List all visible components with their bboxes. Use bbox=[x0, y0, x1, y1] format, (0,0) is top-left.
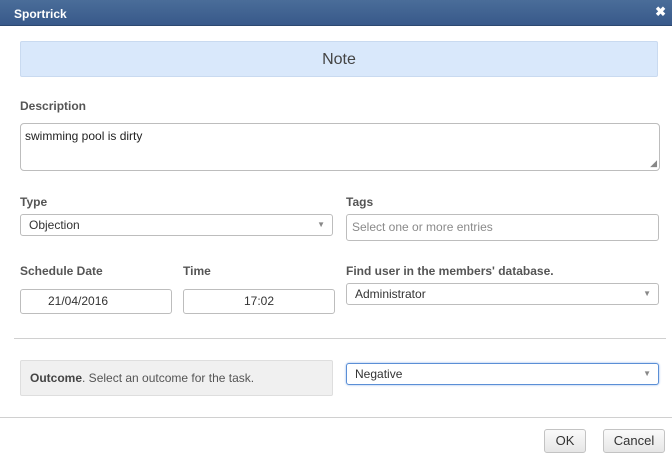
chevron-down-icon: ▼ bbox=[643, 289, 651, 298]
chevron-down-icon: ▼ bbox=[317, 220, 325, 229]
description-label: Description bbox=[20, 99, 87, 113]
window-title: Sportrick bbox=[14, 7, 67, 21]
time-input[interactable]: 17:02 bbox=[183, 289, 335, 314]
ok-button[interactable]: OK bbox=[544, 429, 586, 453]
schedule-date-input[interactable]: 21/04/2016 bbox=[20, 289, 172, 314]
type-label: Type bbox=[20, 195, 48, 209]
find-user-select-value: Administrator bbox=[355, 287, 426, 301]
outcome-select-value: Negative bbox=[355, 367, 403, 381]
tags-label: Tags bbox=[346, 195, 374, 209]
find-user-select[interactable]: Administrator ▼ bbox=[346, 283, 659, 305]
chevron-down-icon: ▼ bbox=[643, 369, 651, 378]
outcome-description: Outcome. Select an outcome for the task. bbox=[20, 360, 333, 396]
window-titlebar: Sportrick ✖ bbox=[0, 0, 672, 26]
type-select-value: Objection bbox=[29, 218, 80, 232]
resize-grip-icon[interactable]: ◢ bbox=[650, 159, 657, 168]
footer-divider bbox=[0, 417, 672, 418]
description-textarea[interactable]: swimming pool is dirty ◢ bbox=[20, 123, 660, 171]
find-user-label: Find user in the members' database. bbox=[346, 264, 554, 278]
time-label: Time bbox=[183, 264, 211, 278]
schedule-date-label: Schedule Date bbox=[20, 264, 103, 278]
close-icon[interactable]: ✖ bbox=[655, 4, 666, 20]
note-banner: Note bbox=[20, 41, 658, 77]
type-select[interactable]: Objection ▼ bbox=[20, 214, 333, 236]
description-text: swimming pool is dirty bbox=[25, 129, 143, 143]
cancel-button[interactable]: Cancel bbox=[603, 429, 665, 453]
outcome-title: Outcome bbox=[30, 371, 83, 385]
outcome-hint: . Select an outcome for the task. bbox=[82, 371, 255, 385]
outcome-select[interactable]: Negative ▼ bbox=[346, 363, 659, 385]
section-divider bbox=[14, 338, 666, 339]
tags-input[interactable]: Select one or more entries bbox=[346, 214, 659, 241]
